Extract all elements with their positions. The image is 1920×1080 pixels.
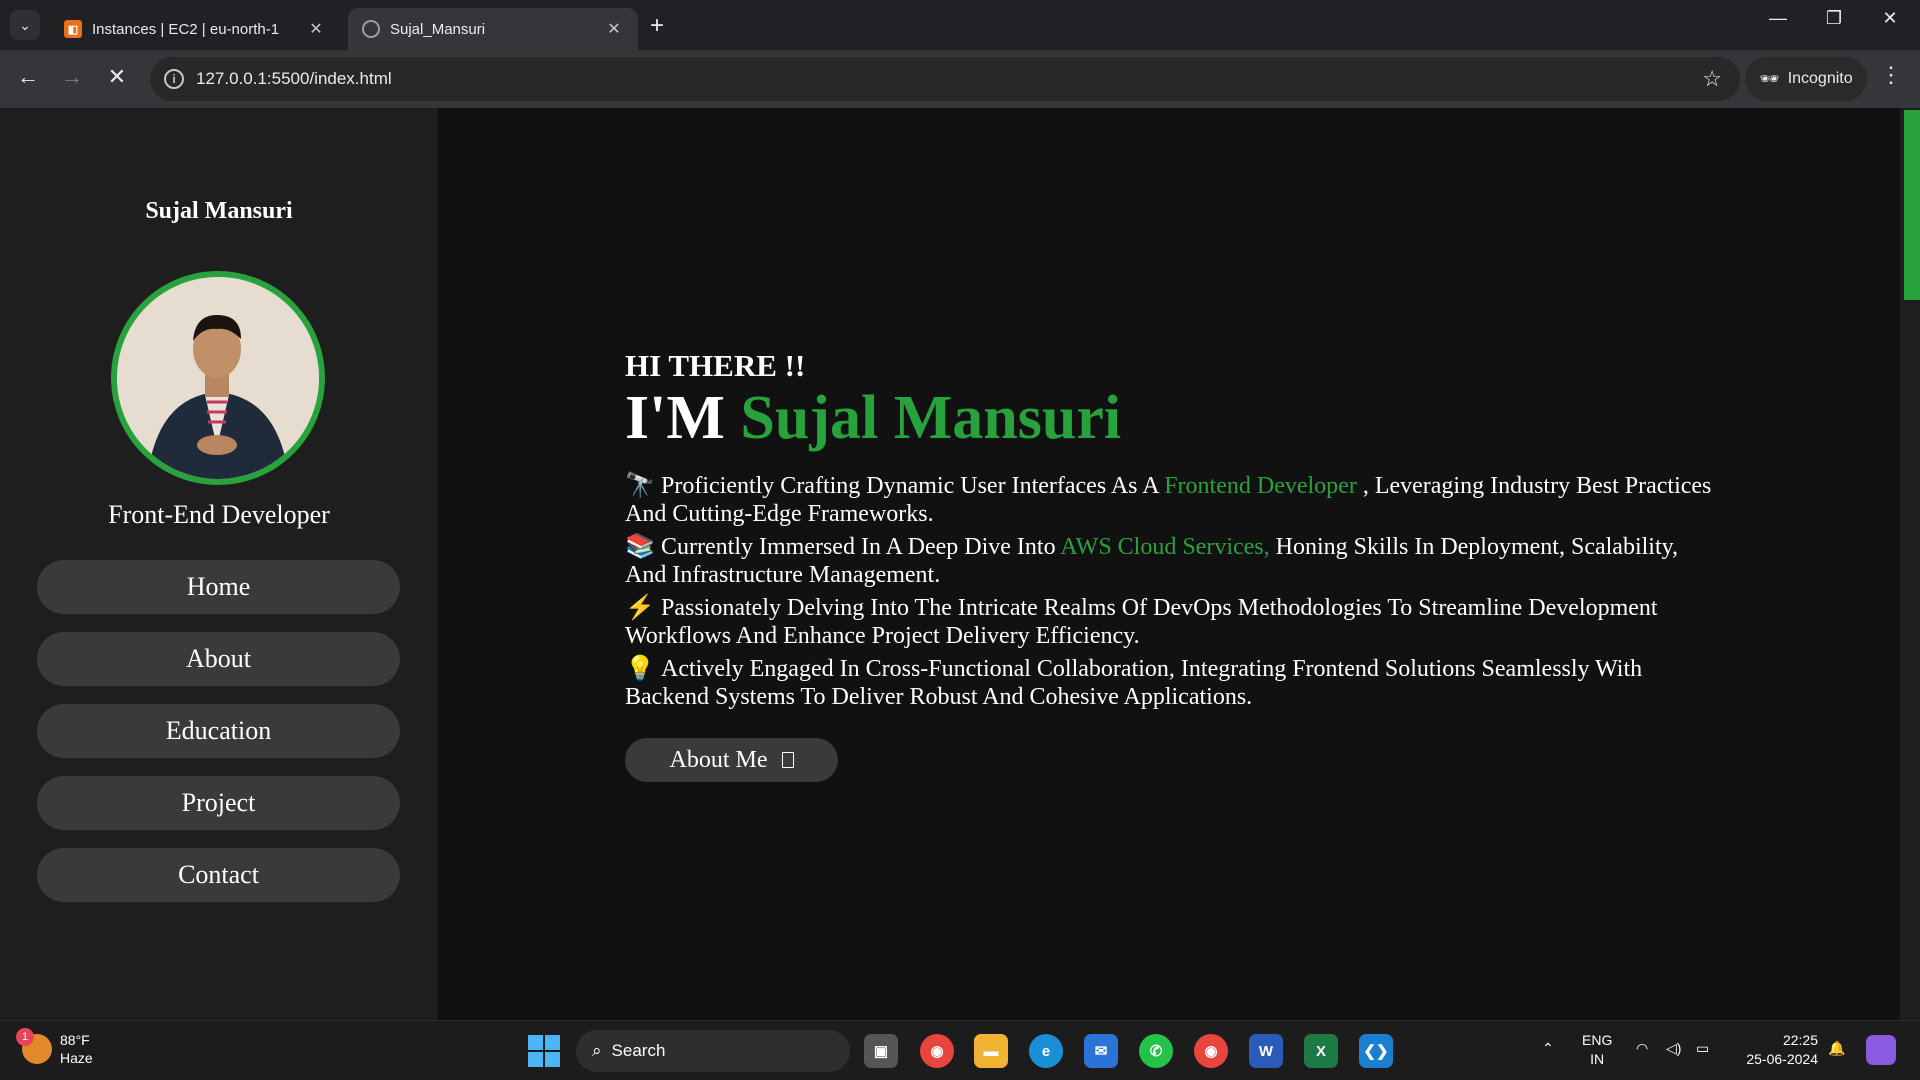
avatar: [111, 271, 325, 485]
address-bar[interactable]: i 127.0.0.1:5500/index.html ☆: [150, 57, 1740, 101]
file-explorer-icon[interactable]: ▬: [974, 1034, 1008, 1068]
bullet-text: Currently Immersed In A Deep Dive Into: [661, 534, 1061, 560]
bullet-item: ⚡ Passionately Delving Into The Intricate…: [625, 594, 1715, 650]
hero-greeting: HI THERE !!: [625, 348, 806, 383]
tab-strip: ⌄ ◧ Instances | EC2 | eu-north-1 ✕ Sujal…: [0, 0, 1920, 50]
url-text[interactable]: 127.0.0.1:5500/index.html: [196, 69, 392, 89]
incognito-badge[interactable]: 🕶 Incognito: [1745, 57, 1867, 101]
weather-widget[interactable]: 1 88°F Haze: [16, 1028, 93, 1067]
browser-toolbar: ← → ✕ i 127.0.0.1:5500/index.html ☆ 🕶 In…: [0, 50, 1920, 108]
bullet-text: Proficiently Crafting Dynamic User Inter…: [661, 473, 1165, 499]
bullet-item: 💡 Actively Engaged In Cross-Functional Co…: [625, 655, 1715, 711]
lang-top: ENG: [1582, 1032, 1613, 1048]
new-tab-icon[interactable]: +: [650, 12, 664, 40]
vscode-icon[interactable]: ❮❯: [1359, 1034, 1393, 1068]
start-button[interactable]: [528, 1035, 560, 1067]
bookmark-star-icon[interactable]: ☆: [1702, 66, 1722, 92]
about-me-button[interactable]: About Me: [625, 738, 838, 782]
telescope-icon: 🔭: [625, 473, 655, 499]
incognito-icon: 🕶: [1759, 71, 1780, 88]
minimize-icon[interactable]: —: [1750, 8, 1806, 29]
bullet-highlight: AWS Cloud Services,: [1060, 534, 1270, 560]
wifi-icon[interactable]: ◠: [1636, 1039, 1648, 1058]
site-info-icon[interactable]: i: [164, 69, 184, 89]
weather-desc: Haze: [60, 1050, 93, 1066]
volume-icon[interactable]: ◁): [1666, 1039, 1681, 1058]
weather-icon: 1: [16, 1028, 52, 1064]
word-icon[interactable]: W: [1249, 1034, 1283, 1068]
nav-education-button[interactable]: Education: [37, 704, 400, 758]
chrome-icon[interactable]: ◉: [920, 1034, 954, 1068]
bullet-text: Passionately Delving Into The Intricate …: [625, 595, 1658, 649]
bullet-item: 📚 Currently Immersed In A Deep Dive Into …: [625, 533, 1715, 589]
bullet-text: Actively Engaged In Cross-Functional Col…: [625, 656, 1643, 710]
about-me-label: About Me: [669, 746, 768, 773]
stop-loading-icon[interactable]: ✕: [102, 64, 132, 90]
close-window-icon[interactable]: ✕: [1862, 8, 1918, 29]
language-indicator[interactable]: ENG IN: [1582, 1031, 1612, 1069]
tab-search-button[interactable]: ⌄: [10, 10, 40, 40]
weather-temp: 88°F: [60, 1032, 90, 1048]
hero-im-prefix: I'M: [625, 384, 725, 452]
lightning-icon: ⚡: [625, 595, 655, 621]
close-tab-icon[interactable]: ✕: [604, 19, 624, 39]
tray-overflow-icon[interactable]: ⌃: [1542, 1039, 1554, 1058]
tab-title: Instances | EC2 | eu-north-1: [92, 20, 280, 38]
hero-name: Sujal Mansuri: [740, 384, 1122, 452]
taskbar-search-label: Search: [611, 1041, 666, 1060]
bullet-highlight: Frontend Developer: [1164, 473, 1357, 499]
more-menu-icon[interactable]: ⋮: [1880, 62, 1902, 88]
back-icon[interactable]: ←: [13, 64, 43, 90]
battery-icon[interactable]: ▭: [1696, 1039, 1709, 1058]
missing-glyph-icon: [781, 752, 794, 768]
nav-contact-button[interactable]: Contact: [37, 848, 400, 902]
chrome-incognito-icon[interactable]: ◉: [1194, 1034, 1228, 1068]
search-icon: ⌕: [592, 1041, 602, 1060]
hero-bullets: 🔭 Proficiently Crafting Dynamic User Inte…: [625, 472, 1715, 716]
incognito-label: Incognito: [1787, 70, 1853, 87]
nav-home-button[interactable]: Home: [37, 560, 400, 614]
clock[interactable]: 22:25 25-06-2024: [1736, 1031, 1818, 1069]
bullet-item: 🔭 Proficiently Crafting Dynamic User Inte…: [625, 472, 1715, 528]
sidebar-role: Front-End Developer: [108, 500, 330, 529]
close-tab-icon[interactable]: ✕: [306, 19, 326, 39]
lightbulb-icon: 💡: [625, 656, 655, 682]
whatsapp-icon[interactable]: ✆: [1139, 1034, 1173, 1068]
clock-time: 22:25: [1782, 1032, 1818, 1048]
tab-ec2[interactable]: ◧ Instances | EC2 | eu-north-1 ✕: [50, 8, 340, 50]
copilot-icon[interactable]: [1866, 1035, 1896, 1065]
nav-about-button[interactable]: About: [37, 632, 400, 686]
mail-icon[interactable]: ✉: [1084, 1034, 1118, 1068]
notification-bell-icon[interactable]: 🔔: [1828, 1039, 1845, 1058]
sidebar-name: Sujal Mansuri: [145, 198, 293, 224]
loading-favicon-icon: [362, 20, 380, 38]
taskbar-search[interactable]: ⌕ Search: [576, 1030, 850, 1072]
weather-badge: 1: [16, 1028, 34, 1046]
hero-heading: I'M Sujal Mansuri: [625, 383, 1121, 454]
restore-icon[interactable]: ❐: [1806, 8, 1862, 29]
sidebar: Sujal Mansuri Front-End Developer Home A…: [0, 108, 438, 1020]
forward-icon[interactable]: →: [57, 64, 87, 90]
edge-icon[interactable]: e: [1029, 1034, 1063, 1068]
books-icon: 📚: [625, 534, 655, 560]
tab-title: Sujal_Mansuri: [390, 20, 486, 38]
clock-date: 25-06-2024: [1746, 1051, 1818, 1067]
scrollbar-thumb[interactable]: [1904, 110, 1920, 300]
excel-icon[interactable]: X: [1304, 1034, 1338, 1068]
nav-project-button[interactable]: Project: [37, 776, 400, 830]
tab-portfolio[interactable]: Sujal_Mansuri ✕: [348, 8, 638, 50]
task-view-icon[interactable]: ▣: [864, 1034, 898, 1068]
aws-favicon-icon: ◧: [64, 20, 82, 38]
lang-bottom: IN: [1590, 1051, 1605, 1067]
os-taskbar: 1 88°F Haze ⌕ Search ▣ ◉ ▬ e ✉ ✆ ◉ W X ❮…: [0, 1020, 1920, 1080]
